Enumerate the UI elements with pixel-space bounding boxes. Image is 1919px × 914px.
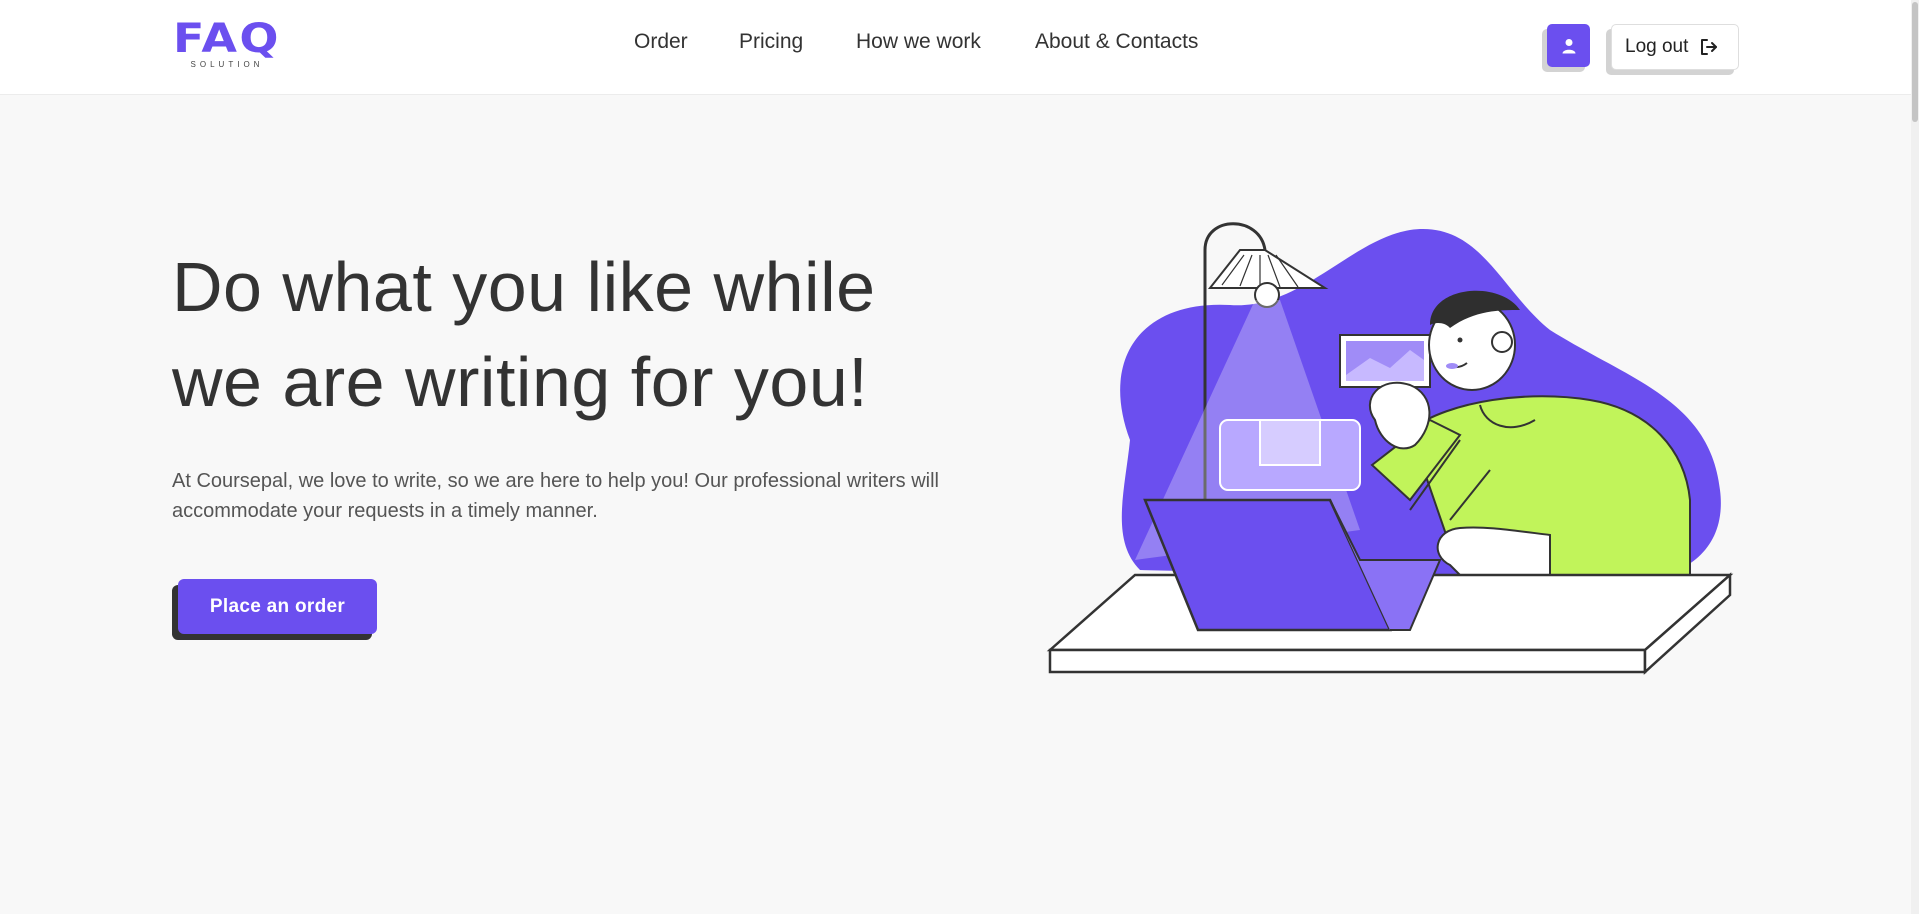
nav-item-about-contacts[interactable]: About & Contacts: [1035, 30, 1198, 54]
logout-button[interactable]: Log out: [1611, 24, 1739, 70]
nav-item-how-we-work[interactable]: How we work: [856, 30, 981, 54]
hero-description-line-2: accommodate your requests in a timely ma…: [172, 500, 598, 522]
top-header: FAQ SOLUTION Order Pricing How we work A…: [0, 0, 1919, 95]
hero-title-line-2: we are writing for you!: [172, 343, 869, 421]
place-order-cta: Place an order: [172, 579, 377, 640]
user-icon: [1562, 38, 1575, 53]
wall-picture: [1339, 334, 1431, 388]
page-scrollbar[interactable]: [1911, 0, 1919, 914]
sofa: [1219, 419, 1361, 491]
nav-item-order[interactable]: Order: [634, 30, 688, 54]
hero-description-line-1: At Coursepal, we love to write, so we ar…: [172, 470, 940, 492]
profile-button[interactable]: [1547, 24, 1590, 67]
place-order-button[interactable]: Place an order: [178, 579, 377, 634]
scrollbar-thumb[interactable]: [1912, 2, 1918, 122]
hero-title: Do what you like while we are writing fo…: [172, 240, 992, 430]
logout-label: Log out: [1625, 36, 1689, 57]
logout-icon: [1701, 39, 1718, 55]
hero-description: At Coursepal, we love to write, so we ar…: [172, 466, 1052, 526]
nav-item-pricing[interactable]: Pricing: [739, 30, 803, 54]
hero-title-line-1: Do what you like while: [172, 248, 876, 326]
hero-illustration: [1046, 222, 1734, 675]
